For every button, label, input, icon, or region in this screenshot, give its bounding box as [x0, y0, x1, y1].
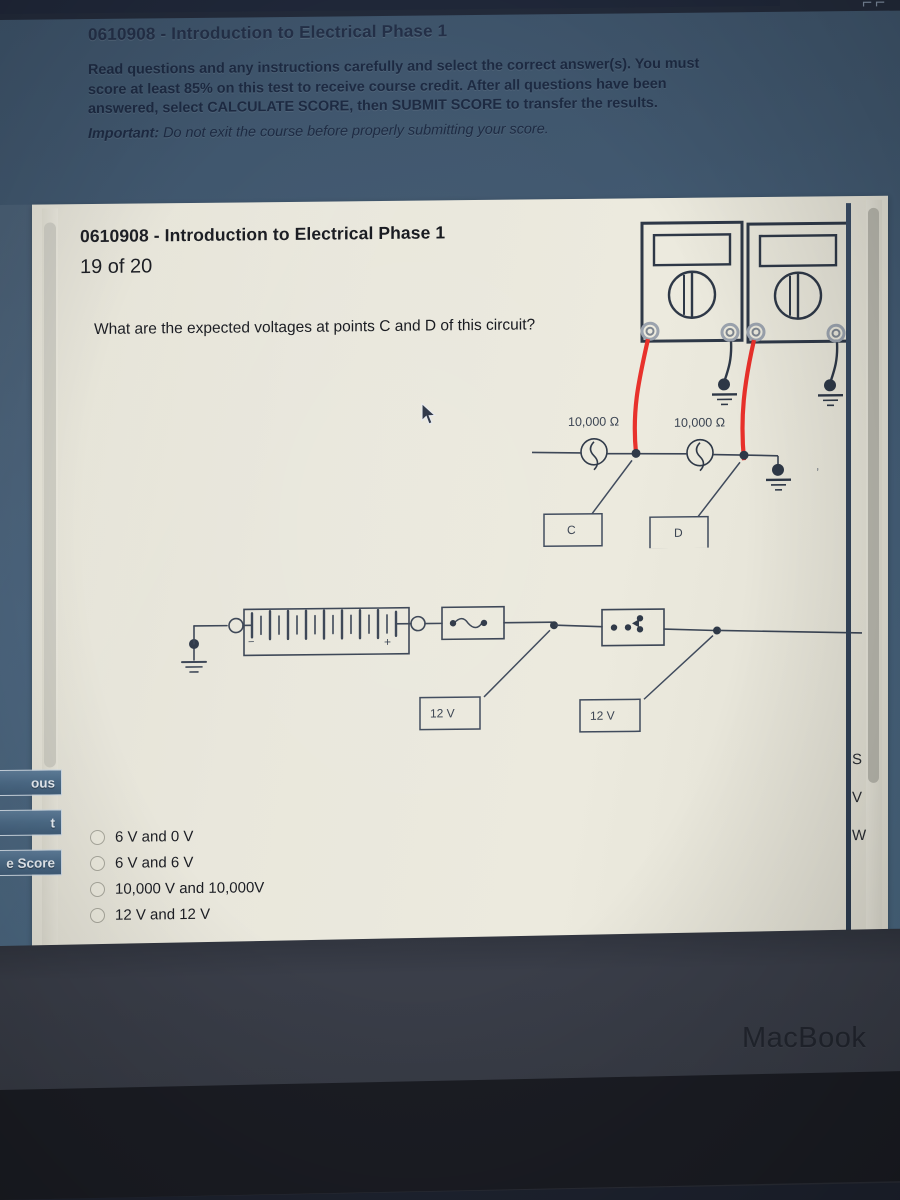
resistor-2-label: 10,000 Ω [674, 415, 725, 430]
quiz-nav-buttons: ous t e Score [0, 769, 62, 890]
ground-symbol-meter-1 [712, 378, 737, 406]
option-label: 6 V and 6 V [115, 853, 194, 872]
option-row[interactable]: 12 V and 12 V [90, 900, 264, 928]
option-row[interactable]: 10,000 V and 10,000V [90, 874, 264, 902]
multimeter-2-jacks [746, 322, 846, 343]
answer-options: 6 V and 0 V 6 V and 6 V 10,000 V and 10,… [90, 822, 264, 928]
circuit-diagram: − + 12 V 12 V 10,000 Ω 10,000 Ω C D , [132, 220, 872, 744]
radio-button-icon[interactable] [90, 881, 105, 897]
panel-right-rail [846, 203, 851, 942]
right-fragment-1: S [852, 750, 863, 769]
quiz-content-panel: 0610908 - Introduction to Electrical Pha… [32, 195, 888, 950]
callout-a-label: 12 V [430, 706, 455, 720]
instructions-line-3c: to transfer the results. [501, 95, 658, 113]
meter-1-red-lead [632, 338, 651, 454]
right-clipped-column: S V W [852, 751, 900, 866]
laptop-screen: ⌐⌐ 0610908 - Introduction to Electrical … [0, 0, 900, 968]
macbook-brand-label: MacBook [742, 1022, 867, 1054]
stray-mark: , [816, 458, 819, 472]
option-label: 10,000 V and 10,000V [115, 878, 265, 898]
option-row[interactable]: 6 V and 0 V [90, 822, 264, 850]
resistor-1-symbol [580, 437, 608, 471]
resistor-1-label: 10,000 Ω [568, 415, 619, 430]
mouse-cursor [420, 402, 438, 426]
meter-1-black-lead [722, 341, 733, 383]
next-button[interactable]: t [0, 809, 62, 837]
course-header-title: 0610908 - Introduction to Electrical Pha… [88, 21, 448, 45]
node-c [631, 448, 641, 458]
callout-b-label: 12 V [590, 709, 615, 723]
option-label: 12 V and 12 V [115, 905, 211, 924]
radio-button-icon[interactable] [90, 829, 105, 845]
radio-button-icon[interactable] [90, 907, 105, 923]
calculate-score-emphasis: CALCULATE SCORE [207, 98, 350, 116]
resistor-2-symbol [686, 438, 714, 472]
callout-d-label: D [674, 526, 683, 540]
calculate-score-button[interactable]: e Score [0, 849, 62, 877]
important-text: Do not exit the course before properly s… [159, 120, 549, 141]
option-row[interactable]: 6 V and 6 V [90, 848, 264, 876]
submit-score-emphasis: SUBMIT SCORE [391, 96, 502, 114]
svg-text:+: + [384, 635, 391, 649]
battery-symbol: − + [228, 606, 426, 657]
connector-symbol [601, 608, 665, 647]
option-label: 6 V and 0 V [115, 827, 194, 846]
screenshot-root: ⌐⌐ 0610908 - Introduction to Electrical … [0, 0, 900, 1200]
svg-text:−: − [248, 636, 254, 648]
instructions-line-3b: , then [349, 97, 392, 115]
important-note: Important: Do not exit the course before… [88, 116, 863, 144]
fuse-symbol [424, 605, 553, 641]
instructions-line-3a: answered, select [88, 99, 208, 118]
callout-c-label: C [567, 523, 576, 537]
right-fragment-2: V [852, 788, 863, 807]
radio-button-icon[interactable] [90, 855, 105, 871]
multimeter-1-jacks [640, 321, 740, 342]
node-d [739, 450, 749, 460]
ground-symbol-meter-2 [818, 379, 843, 407]
laptop-lower-body [0, 1071, 900, 1200]
callout-group [419, 629, 714, 733]
important-label: Important: [88, 124, 160, 142]
course-header: 0610908 - Introduction to Electrical Pha… [88, 17, 878, 144]
scrollbar-thumb-left[interactable] [44, 222, 56, 768]
ground-symbol-right [766, 463, 791, 491]
previous-button[interactable]: ous [0, 769, 62, 797]
window-controls-glyph: ⌐⌐ [862, 0, 888, 12]
right-fragment-3: W [852, 826, 867, 845]
meter-2-red-lead [740, 339, 757, 461]
course-instructions: Read questions and any instructions care… [88, 53, 863, 144]
meter-2-black-lead [828, 342, 839, 384]
